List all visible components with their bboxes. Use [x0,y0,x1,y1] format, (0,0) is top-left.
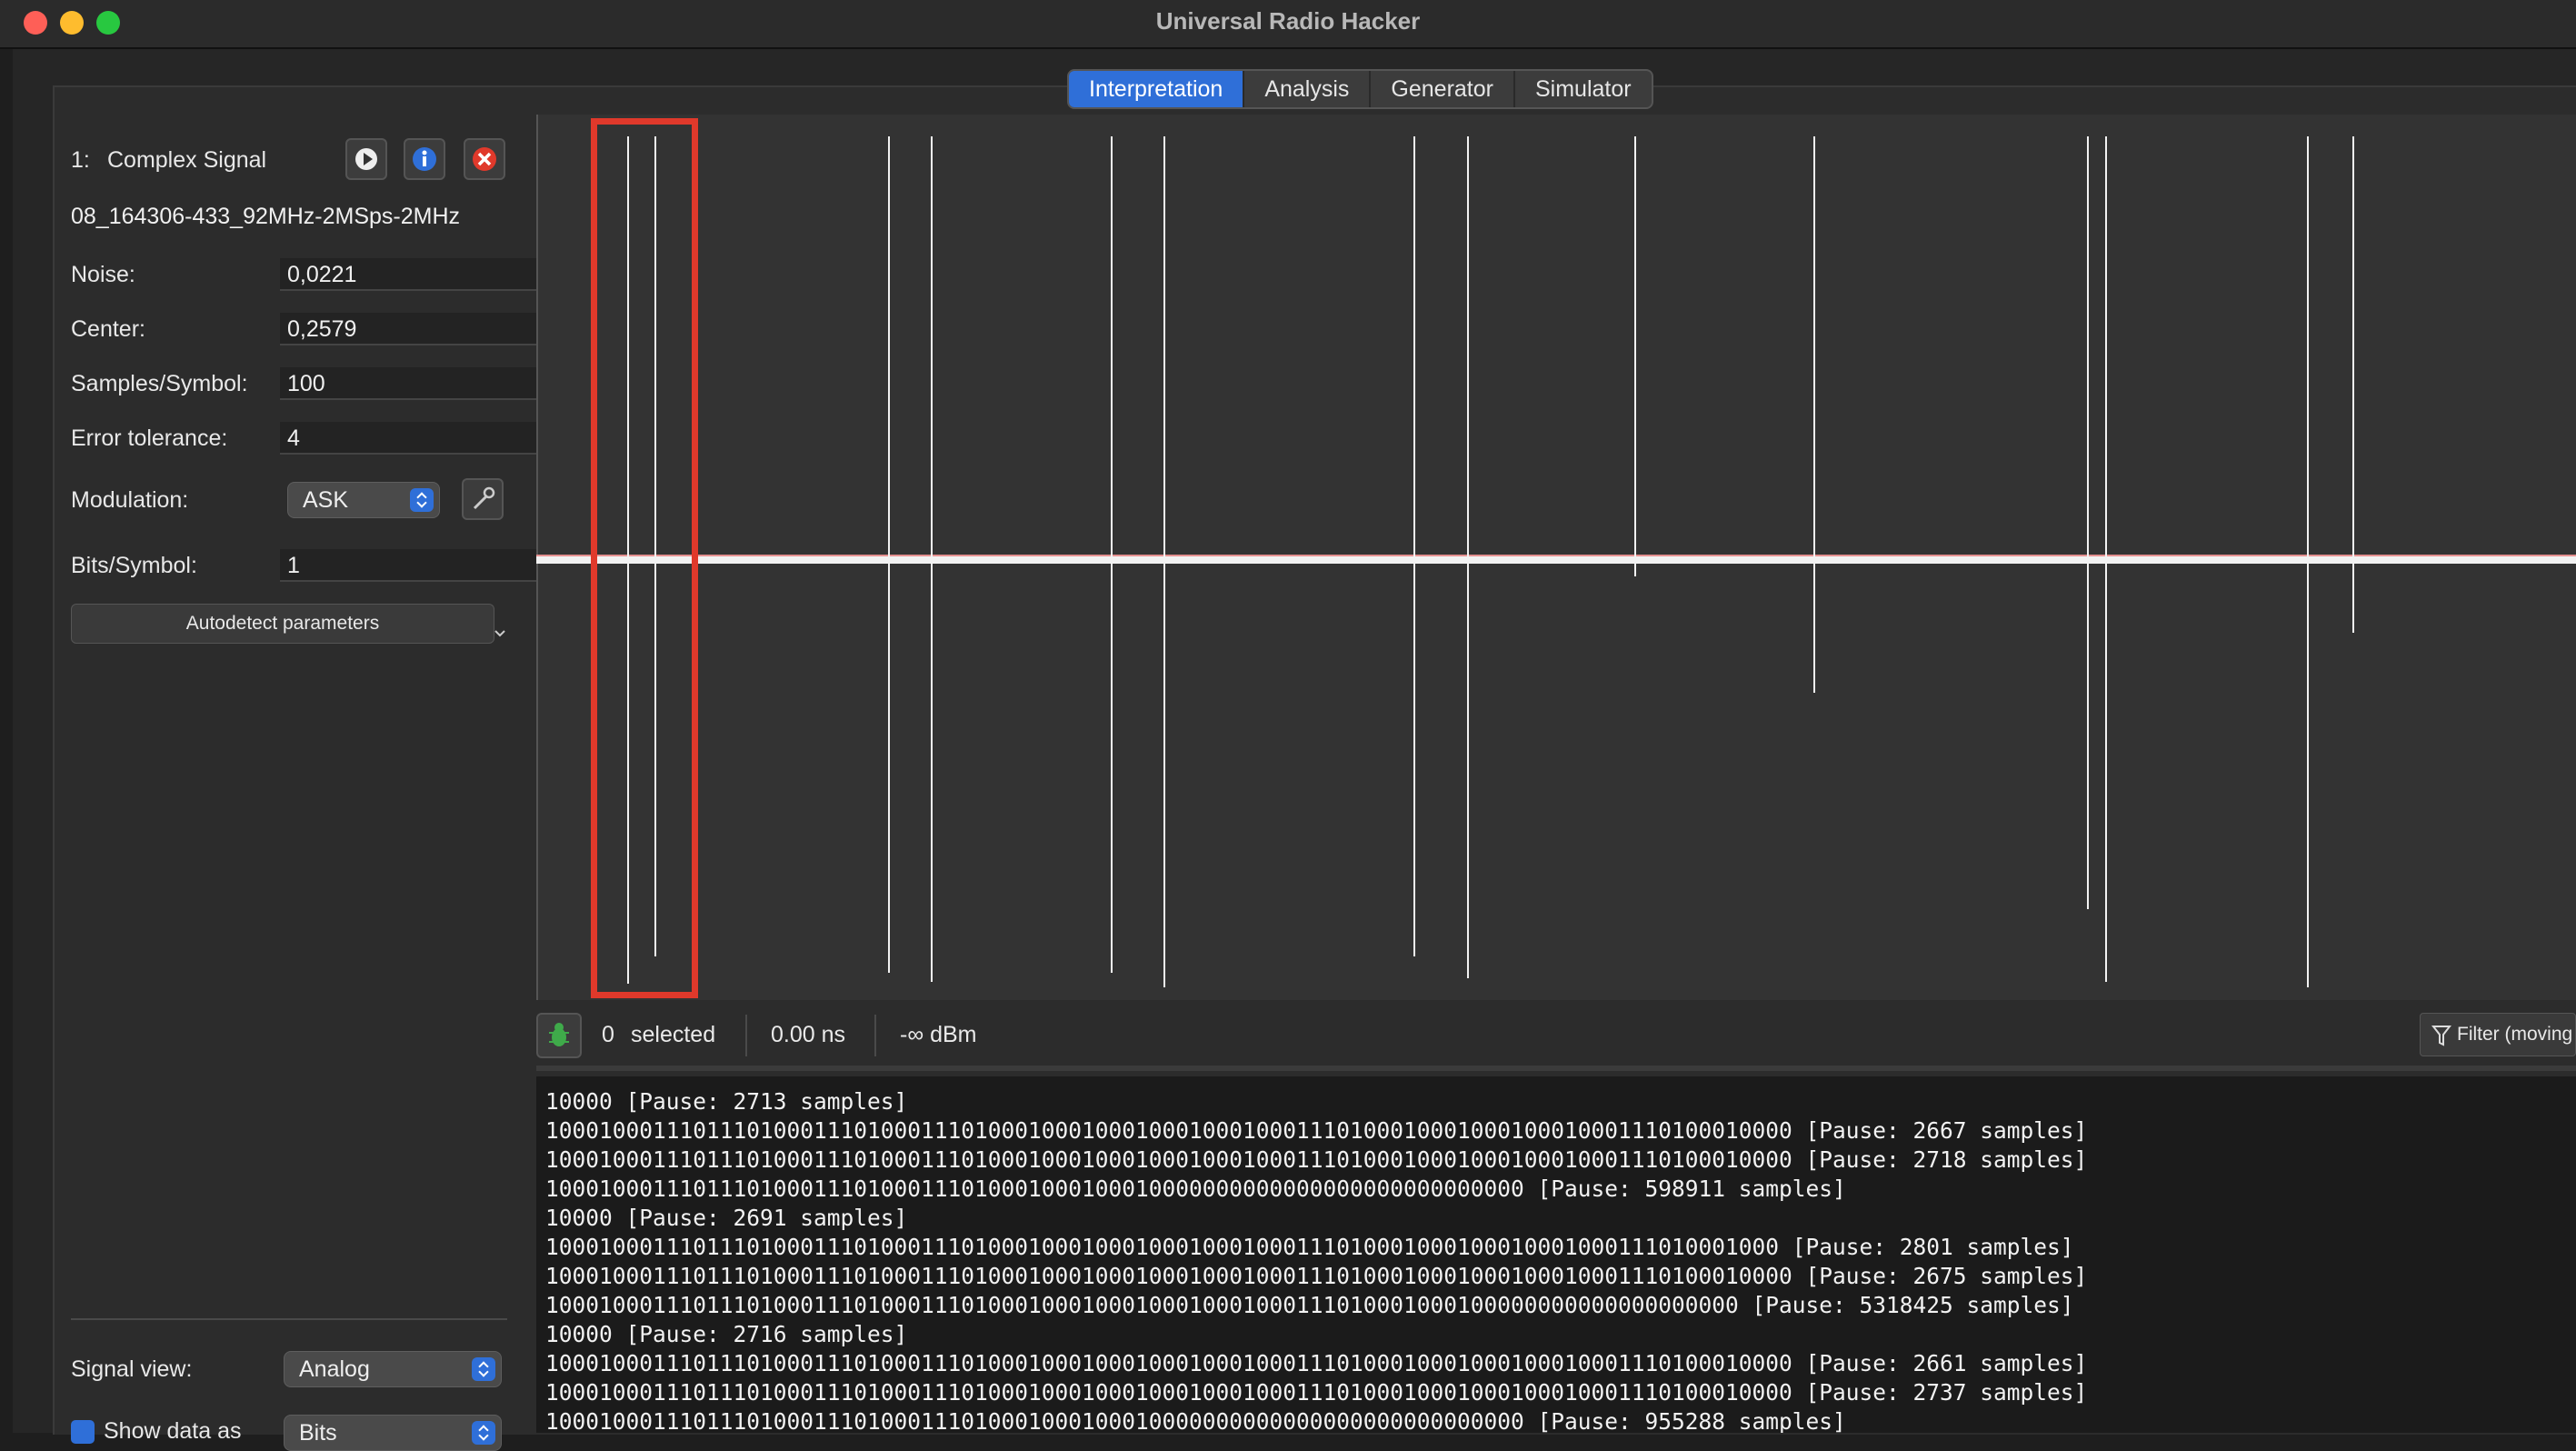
demodulated-data-view[interactable]: 10000 [Pause: 2713 samples] 100010001110… [536,1076,2576,1433]
data-line: 1000100011101110100011101000111010001000… [545,1146,2088,1173]
tab-simulator[interactable]: Simulator [1513,71,1652,107]
signal-view-label: Signal view: [71,1356,193,1382]
bits-per-symbol-row: Bits/Symbol: 1 [71,547,574,589]
selection-duration: 0.00 ns [771,1022,846,1047]
tab-generator[interactable]: Generator [1369,71,1513,107]
close-signal-button[interactable] [464,138,505,180]
signal-baseline-edge [536,555,2576,556]
center-row: Center: 0,2579 [71,311,574,353]
wrench-icon [473,486,495,510]
autodetect-parameters-button[interactable]: Autodetect parameters [71,604,494,644]
signal-pulse [931,136,933,982]
signal-index: 1: [71,147,90,173]
error-tolerance-label: Error tolerance: [71,425,228,451]
signal-pulse [888,136,890,973]
samples-per-symbol-row: Samples/Symbol: 100 [71,365,574,407]
error-tolerance-input[interactable]: 4 [280,422,545,455]
data-line: 10000 [Pause: 2713 samples] [545,1088,908,1115]
center-input[interactable]: 0,2579 [280,313,545,345]
filter-label: Filter (moving [2457,1024,2573,1045]
data-line: 1000100011101110100011101000111010001000… [545,1379,2088,1406]
show-data-value: Bits [299,1420,337,1446]
error-tolerance-row: Error tolerance: 4 [71,420,574,462]
play-button[interactable] [345,138,387,180]
chevron-down-icon[interactable] [493,627,507,640]
bug-button[interactable] [536,1013,582,1058]
select-arrows-icon [472,1421,495,1445]
main-tabs: Interpretation Analysis Generator Simula… [1067,69,1653,109]
show-data-label: Show data as [104,1418,242,1444]
close-icon [473,147,496,171]
signal-pulse [2105,136,2107,982]
play-icon [355,148,377,170]
filter-button[interactable]: Filter (moving [2420,1013,2576,1056]
data-line: 1000100011101110100011101000111010001000… [545,1234,2074,1260]
noise-input[interactable]: 0,0221 [280,258,545,291]
modulation-settings-button[interactable] [462,478,504,520]
signal-pulse [1467,136,1469,978]
signal-filename[interactable]: 08_164306-433_92MHz-2MSps-2MHz [71,204,507,230]
signal-waveform [536,136,2576,987]
modulation-select[interactable]: ASK [287,482,440,518]
samples-per-symbol-label: Samples/Symbol: [71,371,248,396]
data-line: 1000100011101110100011101000111010001000… [545,1117,2088,1144]
selection-power: -∞ dBm [900,1022,977,1047]
select-arrows-icon [410,488,434,512]
selected-label: selected [631,1022,716,1047]
data-line: 1000100011101110100011101000111010001000… [545,1292,2074,1318]
signal-status-bar: 0 selected 0.00 ns -∞ dBm [536,1009,2576,1062]
data-line: 1000100011101110100011101000111010001000… [545,1350,2088,1376]
signal-view-select[interactable]: Analog [284,1351,502,1387]
bits-per-symbol-label: Bits/Symbol: [71,553,197,578]
signal-pulse [2352,136,2354,633]
status-separator [874,1015,876,1056]
signal-pulse [1634,136,1636,576]
info-icon [413,147,436,171]
data-line: 10000 [Pause: 2691 samples] [545,1205,908,1231]
center-label: Center: [71,316,145,342]
signal-pulse [1413,136,1415,956]
signal-view-value: Analog [299,1356,370,1382]
filter-icon [2431,1026,2451,1046]
signal-pulse [1163,136,1165,987]
data-line: 1000100011101110100011101000111010001000… [545,1408,1846,1433]
noise-row: Noise: 0,0221 [71,256,574,298]
window-title: Universal Radio Hacker [1155,7,1421,35]
splitter-handle[interactable] [536,1066,2576,1071]
signal-pulse [1813,136,1815,693]
bug-icon [549,1023,569,1046]
signal-graph[interactable] [536,115,2576,1000]
modulation-row: Modulation: ASK [71,478,507,522]
data-line: 1000100011101110100011101000111010001000… [545,1176,1846,1202]
title-bar: Universal Radio Hacker [0,0,2576,49]
samples-per-symbol-input[interactable]: 100 [280,367,545,400]
select-arrows-icon [472,1357,495,1381]
signal-pulse [2087,136,2089,909]
tab-analysis[interactable]: Analysis [1243,71,1369,107]
signal-name[interactable]: Complex Signal [107,147,266,174]
status-separator [745,1015,747,1056]
noise-label: Noise: [71,262,135,287]
show-data-checkbox[interactable] [71,1420,95,1444]
show-data-select[interactable]: Bits [284,1415,502,1451]
selected-count: 0 [602,1022,614,1047]
signal-pulse [1111,136,1113,973]
data-line: 1000100011101110100011101000111010001000… [545,1263,2088,1289]
signal-pulse [2307,136,2309,987]
modulation-label: Modulation: [71,487,189,513]
info-button[interactable] [404,138,445,180]
tab-interpretation[interactable]: Interpretation [1069,71,1243,107]
highlight-annotation-box [591,118,698,998]
sidebar-divider [71,1318,507,1320]
bits-per-symbol-input[interactable]: 1 [280,549,545,582]
modulation-value: ASK [303,487,349,513]
data-line: 10000 [Pause: 2716 samples] [545,1321,908,1347]
